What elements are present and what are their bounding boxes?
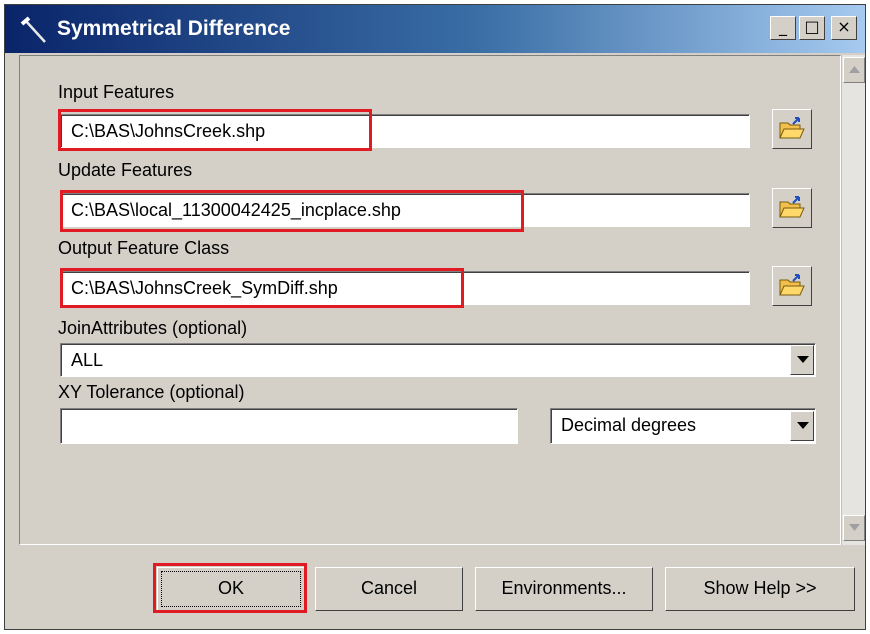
output-feature-class-browse-button[interactable]	[772, 266, 812, 306]
minimize-button[interactable]: _	[770, 16, 796, 40]
input-features-label: Input Features	[58, 82, 175, 102]
hammer-icon	[19, 15, 49, 45]
scroll-up-arrow-icon	[849, 66, 860, 73]
update-features-label: Update Features	[58, 160, 193, 180]
scroll-up-button[interactable]	[843, 57, 865, 83]
xy-tolerance-field[interactable]	[60, 408, 518, 444]
join-attributes-select[interactable]: ALL	[60, 343, 816, 377]
window-title: Symmetrical Difference	[57, 17, 291, 40]
highlight-annotation	[153, 563, 307, 613]
cancel-button[interactable]: Cancel	[315, 567, 463, 611]
input-features-browse-button[interactable]	[772, 109, 812, 149]
highlight-annotation	[58, 109, 372, 151]
vertical-scrollbar[interactable]	[841, 55, 865, 545]
xy-tolerance-label: XY Tolerance (optional)	[58, 382, 245, 402]
chevron-down-icon	[797, 422, 809, 429]
highlight-annotation	[60, 268, 464, 308]
update-features-browse-button[interactable]	[772, 188, 812, 228]
join-attributes-dropdown-button[interactable]	[790, 345, 814, 375]
xy-tolerance-unit-select[interactable]: Decimal degrees	[550, 408, 816, 444]
close-button[interactable]: ×	[831, 16, 857, 40]
maximize-button[interactable]: □	[799, 16, 825, 40]
xy-tolerance-unit-dropdown-button[interactable]	[790, 411, 814, 441]
tool-dialog: Symmetrical Difference _ □ × Input Featu…	[4, 4, 866, 630]
chevron-down-icon	[797, 356, 809, 363]
show-help-button[interactable]: Show Help >>	[665, 567, 855, 611]
scroll-down-button[interactable]	[843, 515, 865, 541]
open-folder-icon	[779, 196, 805, 218]
output-feature-class-label: Output Feature Class	[58, 238, 230, 258]
environments-button[interactable]: Environments...	[475, 567, 653, 611]
open-folder-icon	[779, 274, 805, 296]
title-bar[interactable]: Symmetrical Difference _ □ ×	[5, 5, 865, 53]
highlight-annotation	[60, 190, 524, 232]
parameters-panel: Input Features C:\BAS\JohnsCreek.shp Upd…	[19, 55, 841, 545]
join-attributes-label: JoinAttributes (optional)	[58, 318, 248, 338]
open-folder-icon	[779, 117, 805, 139]
scroll-down-arrow-icon	[849, 524, 860, 531]
